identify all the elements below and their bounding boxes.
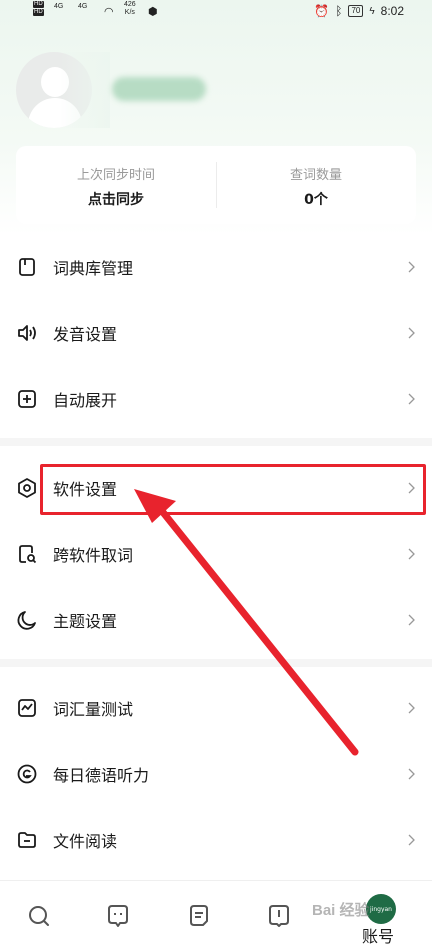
hd-indicators: HD HD [33, 1, 44, 16]
speed-unit: K/s [124, 9, 135, 16]
bookmark-icon [16, 256, 38, 278]
chevron-right-icon [406, 260, 416, 274]
menu-item-file-reading[interactable]: 文件阅读 [0, 807, 432, 873]
menu-label: 跨软件取词 [53, 546, 134, 565]
status-right: ⏰ ᛒ 70 ϟ 8:02 [314, 4, 404, 18]
speed-value: 426 [124, 1, 136, 8]
chevron-right-icon [406, 767, 416, 781]
menu-label: 软件设置 [53, 480, 118, 499]
wifi-icon: ◠ [104, 6, 114, 18]
signal-4g-2: 4G [78, 3, 88, 10]
chevron-right-icon [406, 547, 416, 561]
section-divider [0, 438, 432, 446]
folder-icon [16, 829, 38, 851]
menu-item-cross-app-lookup[interactable]: 跨软件取词 [0, 521, 432, 587]
hd-badge-bottom: HD [33, 9, 44, 16]
search-doc-icon [16, 543, 38, 565]
chevron-right-icon [406, 613, 416, 627]
menu-label: 词汇量测试 [53, 700, 134, 719]
menu-item-auto-expand[interactable]: 自动展开 [0, 366, 432, 432]
menu-label: 文件阅读 [53, 832, 118, 851]
battery-level: 70 [348, 5, 364, 17]
sync-stat[interactable]: 上次同步时间 点击同步 [16, 164, 216, 209]
book-icon[interactable] [266, 903, 292, 929]
listen-circle-icon [16, 763, 38, 785]
sync-value[interactable]: 点击同步 [16, 189, 216, 209]
chevron-right-icon [406, 701, 416, 715]
stats-card: 上次同步时间 点击同步 查词数量 0个 [16, 146, 416, 224]
lookup-count-stat: 查词数量 0个 [216, 164, 416, 209]
lookup-value: 0个 [304, 192, 328, 208]
lookup-label: 查词数量 [289, 168, 342, 183]
account-avatar-icon[interactable]: jingyan [366, 894, 396, 924]
menu-label: 发音设置 [53, 325, 118, 344]
status-bar: HD HD 4G 4G ◠ 426 K/s ⬢ ⏰ ᛒ 70 ϟ 8:02 [0, 0, 432, 24]
sync-label: 上次同步时间 [76, 168, 155, 183]
chevron-right-icon [406, 833, 416, 847]
chevron-right-icon [406, 392, 416, 406]
charging-icon: ϟ [369, 5, 375, 17]
app-notification-icon: ⬢ [148, 6, 158, 18]
menu-label: 主题设置 [53, 612, 118, 631]
speaker-icon [16, 322, 38, 344]
menu-label: 词典库管理 [53, 259, 134, 278]
network-speed: 426 K/s [124, 1, 136, 17]
menu-item-theme-settings[interactable]: 主题设置 [0, 587, 432, 653]
chevron-right-icon [406, 481, 416, 495]
menu-item-pronunciation-settings[interactable]: 发音设置 [0, 300, 432, 366]
account-tab-label[interactable]: 账号 [362, 923, 394, 947]
bluetooth-icon: ᛒ [335, 4, 343, 18]
signal-4g-1: 4G [54, 3, 64, 10]
menu-item-vocabulary-test[interactable]: 词汇量测试 [0, 675, 432, 741]
menu-label: 自动展开 [53, 391, 118, 410]
chevron-right-icon [406, 326, 416, 340]
chart-box-icon [16, 697, 38, 719]
hd-badge-top: HD [33, 1, 44, 8]
menu-item-software-settings[interactable]: 软件设置 [0, 455, 432, 521]
section-divider [0, 659, 432, 667]
baidu-watermark: Bai 经验 [312, 902, 370, 919]
avatar-blur-overlay [60, 52, 110, 128]
menu-label: 每日德语听力 [53, 766, 150, 785]
search-icon[interactable] [26, 903, 52, 929]
menu-item-dictionary-management[interactable]: 词典库管理 [0, 234, 432, 300]
menu-item-daily-german-listening[interactable]: 每日德语听力 [0, 741, 432, 807]
clock-time: 8:02 [380, 4, 404, 18]
hexagon-settings-icon [16, 477, 38, 499]
alarm-icon: ⏰ [314, 4, 330, 18]
username-blurred[interactable] [112, 77, 206, 101]
notes-icon[interactable] [186, 903, 212, 929]
chat-face-icon[interactable] [105, 903, 131, 929]
moon-icon [16, 609, 38, 631]
plus-box-icon [16, 388, 38, 410]
